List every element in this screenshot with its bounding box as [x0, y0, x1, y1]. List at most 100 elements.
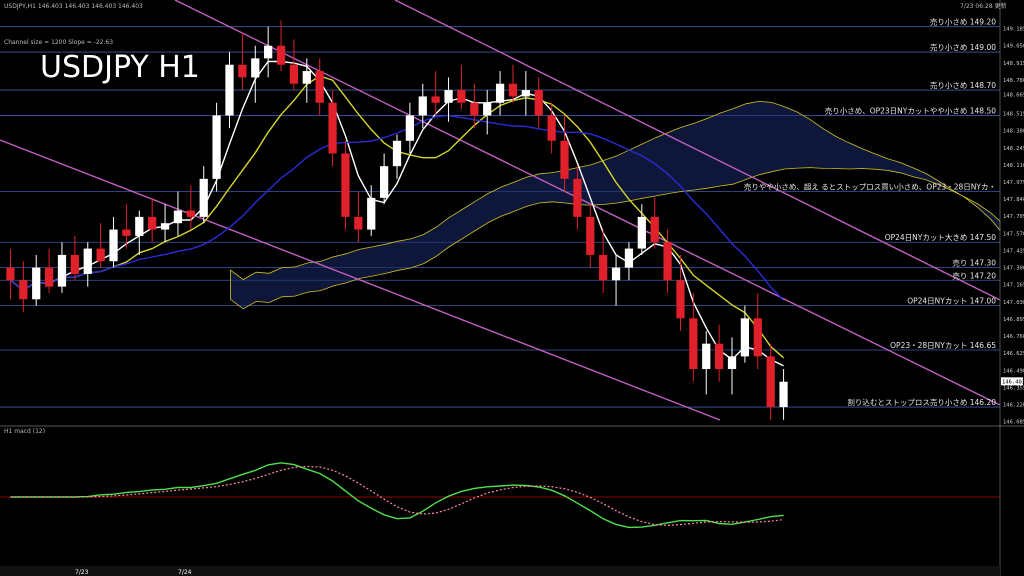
candle-body [508, 83, 518, 97]
candle-body [354, 216, 363, 230]
level-label: 売り小さめ 148.70 [930, 80, 996, 90]
candle-body [173, 210, 183, 224]
candle-body [573, 178, 582, 217]
candle-body [753, 318, 762, 357]
candle-body [367, 197, 376, 230]
price-tick-label: 148.515 [1003, 112, 1024, 118]
price-tick-label: 147.030 [1003, 300, 1024, 306]
candle-body [212, 115, 221, 179]
price-tick-label: 147.300 [1003, 266, 1024, 272]
price-tick-label: 146.220 [1003, 403, 1024, 409]
candle-body [96, 248, 105, 262]
candle-body [727, 356, 737, 370]
timestamp: 7/23 06:28 更新 [960, 2, 1007, 10]
candle-body [650, 216, 659, 243]
price-tick-label: 146.760 [1003, 334, 1024, 340]
price-tick-label: 148.665 [1003, 93, 1024, 99]
candle-body [586, 216, 595, 255]
candle-body [199, 178, 208, 217]
price-tick-label: 148.380 [1003, 129, 1024, 135]
candle-body [483, 102, 492, 116]
candle-body [431, 96, 440, 103]
candle-body [32, 267, 41, 300]
candle-body [328, 102, 337, 154]
price-tick-label: 146.625 [1003, 351, 1024, 357]
candle-body [186, 210, 195, 217]
level-label: 売り 147.30 [952, 258, 996, 268]
candle-body [547, 115, 556, 141]
candle-body [276, 45, 286, 65]
price-tick-label: 148.245 [1003, 146, 1024, 152]
candle-body [109, 229, 118, 262]
candle-body [663, 242, 672, 281]
candle-body [534, 90, 543, 116]
level-label: 売り小さめ 149.00 [930, 42, 996, 52]
candle-body [57, 254, 67, 287]
candle-body [302, 71, 311, 84]
candle-body [611, 267, 621, 281]
channel-info: Channel size = 1200 Slope = -22.63 [4, 39, 113, 46]
candle-body [70, 254, 79, 274]
price-tick-label: 146.490 [1003, 368, 1024, 374]
trading-chart: 売り小さめ 149.20 売り小さめ 149.00 売り小さめ 148.70 売り小さ… [0, 0, 1024, 576]
candle-body [715, 343, 724, 370]
candle-body [251, 58, 260, 78]
candle-body [740, 318, 750, 357]
candle-body [495, 83, 505, 103]
candle-body [779, 381, 788, 408]
level-label: 売り小さめ、OP23日NYカットやや小さめ 148.50 [825, 105, 997, 115]
price-tick-label: 148.110 [1003, 163, 1024, 169]
candle-body [624, 248, 634, 268]
price-tick-label: 147.975 [1003, 180, 1024, 186]
candle-body [238, 64, 247, 78]
candle-body [702, 343, 711, 370]
candle-body [289, 64, 299, 84]
date-label: 7/24 [178, 569, 192, 576]
candle-body [560, 140, 569, 179]
candle-body [457, 90, 466, 103]
last-price-label: 146.403 [1002, 379, 1024, 385]
price-tick-label: 148.915 [1003, 61, 1024, 67]
candle-body [315, 71, 324, 103]
price-tick-label: 149.185 [1003, 27, 1024, 33]
candle-body [225, 64, 234, 116]
candle-body [148, 216, 157, 230]
candle-body [418, 96, 427, 116]
candle-body [689, 318, 698, 370]
candle-body [766, 356, 775, 408]
price-tick-label: 147.840 [1003, 197, 1024, 203]
candle-body [264, 45, 273, 59]
level-label: OP24日NYカット 147.00 [907, 297, 996, 306]
candle-body [341, 153, 350, 217]
candle-body [405, 115, 415, 141]
candle-body [444, 90, 453, 103]
price-tick-label: 147.165 [1003, 283, 1024, 289]
candle-body [44, 267, 54, 287]
level-label: OP23・28日NYカット 146.65 [890, 341, 996, 350]
candle-body [379, 166, 389, 198]
candle-body [637, 216, 646, 249]
price-tick-label: 147.435 [1003, 248, 1024, 254]
price-tick-label: 149.050 [1003, 44, 1024, 50]
candle-body [392, 140, 402, 167]
level-label: 売り 147.20 [952, 270, 996, 280]
price-tick-label: 146.085 [1003, 420, 1024, 426]
candle-body [135, 216, 144, 236]
price-tick-label: 148.780 [1003, 78, 1024, 84]
candle-body [521, 90, 530, 97]
candle-body [676, 280, 685, 319]
macd-label: H1 macd (12) [4, 428, 45, 435]
level-label: 売り小さめ 149.20 [930, 17, 996, 27]
watermark: USDJPY H1 [40, 50, 200, 85]
candle-body [122, 229, 131, 236]
date-label: 7/23 [75, 569, 89, 576]
candle-body [6, 267, 15, 281]
candle-body [160, 223, 170, 230]
price-tick-label: 147.570 [1003, 231, 1024, 237]
symbol-info: USDJPY,H1 146.403 146.403 146.403 146.40… [4, 3, 143, 10]
candle-body [470, 102, 479, 116]
level-label: 割り込むとストップロス売り小さめ 146.20 [847, 397, 996, 407]
level-label: 売りやや小さめ、超え るとストップロス買い小さめ、OP23・28日NYカ・ [744, 182, 996, 192]
candle-body [599, 254, 608, 281]
candle-body [83, 248, 92, 274]
